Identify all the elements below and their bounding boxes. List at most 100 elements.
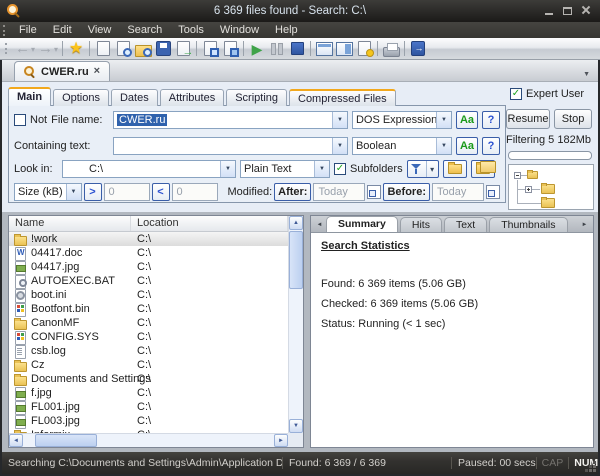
menu-search[interactable]: Search: [119, 23, 170, 37]
vertical-scrollbar[interactable]: [288, 216, 303, 433]
toggle-preview-button[interactable]: [334, 39, 354, 59]
table-row[interactable]: FL003.jpgC:\: [9, 414, 288, 428]
tab-attributes[interactable]: Attributes: [160, 89, 224, 106]
column-header-name[interactable]: Name: [9, 216, 131, 231]
expert-user-option[interactable]: Expert User: [510, 88, 584, 100]
favorites-button[interactable]: [66, 39, 86, 59]
menu-file[interactable]: File: [11, 23, 45, 37]
pause-search-button[interactable]: [267, 39, 287, 59]
before-button[interactable]: Before:: [383, 183, 430, 201]
size-less-button[interactable]: <: [152, 183, 170, 201]
document-tab[interactable]: CWER.ru ×: [14, 61, 110, 81]
calendar-picker-icon[interactable]: [367, 185, 381, 199]
tab-scroll-right-icon[interactable]: [578, 217, 591, 232]
chevron-down-icon[interactable]: [66, 184, 81, 200]
help-button[interactable]: ?: [482, 137, 500, 155]
tab-scroll-left-icon[interactable]: [313, 217, 326, 232]
toggle-sidebar-button[interactable]: [314, 39, 334, 59]
look-in-input[interactable]: C:\: [62, 160, 236, 178]
tab-options[interactable]: Options: [53, 89, 109, 106]
new-search-button[interactable]: [93, 39, 113, 59]
not-checkbox[interactable]: [14, 114, 26, 126]
stop-button[interactable]: Stop: [554, 109, 592, 129]
chevron-down-icon[interactable]: [332, 138, 347, 154]
containing-text-mode-select[interactable]: Boolean: [352, 137, 452, 155]
table-row[interactable]: boot.iniC:\: [9, 288, 288, 302]
scrollbar-thumb[interactable]: [289, 231, 303, 289]
chevron-down-icon[interactable]: [436, 138, 451, 154]
before-date-input[interactable]: Today: [432, 183, 484, 201]
tab-close-icon[interactable]: ×: [94, 66, 100, 77]
table-row[interactable]: 04417.docC:\: [9, 246, 288, 260]
menu-edit[interactable]: Edit: [45, 23, 80, 37]
table-row[interactable]: csb.logC:\: [9, 344, 288, 358]
start-search-button[interactable]: [247, 39, 267, 59]
size-unit-select[interactable]: Size (kB): [14, 183, 82, 201]
tab-hits[interactable]: Hits: [400, 217, 442, 232]
scroll-up-icon[interactable]: [289, 216, 303, 230]
resume-button[interactable]: Resume: [506, 109, 550, 129]
exit-button[interactable]: [408, 39, 428, 59]
match-case-button[interactable]: Aa: [456, 137, 478, 155]
resize-grip[interactable]: [593, 469, 596, 472]
size-min-input[interactable]: 0: [104, 183, 150, 201]
containing-text-input[interactable]: [113, 137, 348, 155]
scroll-left-icon[interactable]: [9, 434, 23, 447]
filter-dropdown-icon[interactable]: [426, 161, 438, 177]
table-row[interactable]: Documents and SettingsC:\: [9, 372, 288, 386]
match-case-button[interactable]: Aa: [456, 111, 478, 129]
table-row[interactable]: Bootfont.binC:\: [9, 302, 288, 316]
scroll-down-icon[interactable]: [289, 419, 303, 433]
table-row[interactable]: AUTOEXEC.BATC:\: [9, 274, 288, 288]
scrollbar-thumb[interactable]: [35, 434, 97, 447]
table-row[interactable]: f.jpgC:\: [9, 386, 288, 400]
chevron-down-icon[interactable]: [220, 161, 235, 177]
table-row[interactable]: CONFIG.SYSC:\: [9, 330, 288, 344]
help-button[interactable]: ?: [482, 111, 500, 129]
table-row[interactable]: CzC:\: [9, 358, 288, 372]
browse-folder-button[interactable]: [443, 160, 467, 178]
after-button[interactable]: After:: [274, 183, 311, 201]
table-row[interactable]: CanonMFC:\: [9, 316, 288, 330]
tab-summary[interactable]: Summary: [326, 216, 398, 232]
menu-tools[interactable]: Tools: [170, 23, 212, 37]
find-text-button[interactable]: [200, 39, 220, 59]
table-row[interactable]: !workC:\: [9, 232, 288, 246]
report-options-button[interactable]: [354, 39, 374, 59]
menu-view[interactable]: View: [80, 23, 120, 37]
file-name-input[interactable]: CWER.ru: [113, 111, 348, 129]
chevron-down-icon[interactable]: [332, 112, 347, 128]
stop-search-button[interactable]: [287, 39, 307, 59]
print-button[interactable]: [381, 39, 401, 59]
folder-list-button[interactable]: [471, 160, 495, 178]
find-image-button[interactable]: [220, 39, 240, 59]
open-button[interactable]: [133, 39, 153, 59]
minimize-button[interactable]: [541, 3, 556, 18]
tab-list-dropdown-icon[interactable]: [583, 67, 590, 79]
horizontal-scrollbar[interactable]: [9, 433, 288, 447]
size-greater-button[interactable]: >: [84, 183, 102, 201]
view-results-button[interactable]: [113, 39, 133, 59]
file-name-mode-select[interactable]: DOS Expression: [352, 111, 452, 129]
forward-button[interactable]: [36, 39, 59, 59]
close-button[interactable]: [579, 3, 594, 18]
chevron-down-icon[interactable]: [314, 161, 329, 177]
table-row[interactable]: FL001.jpgC:\: [9, 400, 288, 414]
subfolders-checkbox[interactable]: [334, 163, 346, 175]
tab-dates[interactable]: Dates: [111, 89, 158, 106]
tab-scripting[interactable]: Scripting: [226, 89, 287, 106]
save-button[interactable]: [153, 39, 173, 59]
chevron-down-icon[interactable]: [436, 112, 451, 128]
column-header-location[interactable]: Location: [131, 216, 288, 231]
filter-button[interactable]: [407, 160, 439, 178]
maximize-button[interactable]: [560, 3, 575, 18]
tab-thumbnails[interactable]: Thumbnails: [489, 217, 567, 232]
after-date-input[interactable]: Today: [313, 183, 365, 201]
back-button[interactable]: [13, 39, 36, 59]
menu-window[interactable]: Window: [212, 23, 267, 37]
scroll-right-icon[interactable]: [274, 434, 288, 447]
menu-help[interactable]: Help: [267, 23, 306, 37]
expert-user-checkbox[interactable]: [510, 88, 522, 100]
export-button[interactable]: [173, 39, 193, 59]
table-row[interactable]: 04417.jpgC:\: [9, 260, 288, 274]
